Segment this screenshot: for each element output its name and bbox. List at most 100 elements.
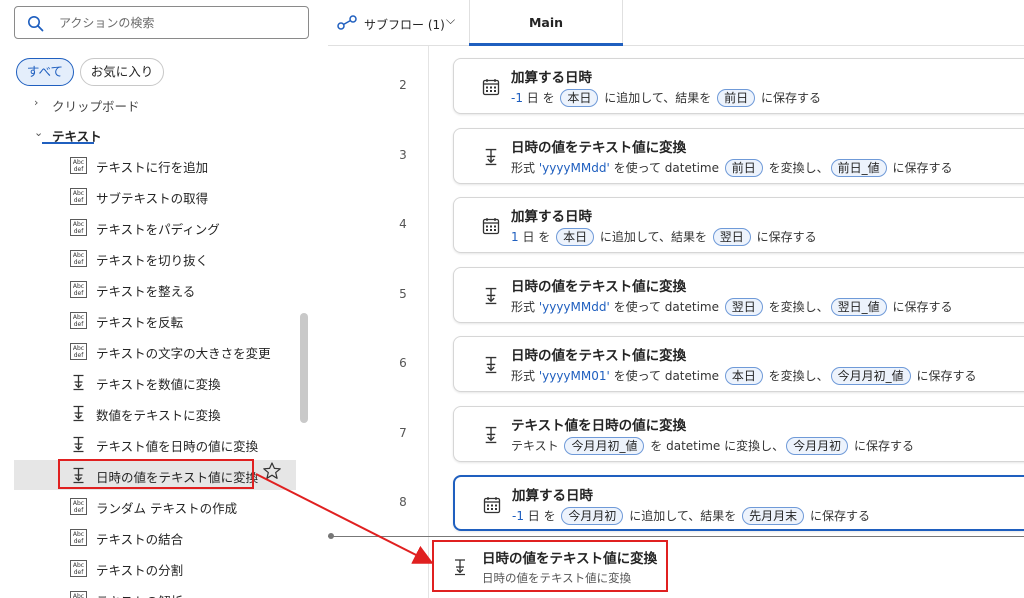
tree-item[interactable]: Abc def テキストに行を追加	[14, 150, 296, 180]
convert-icon	[455, 559, 465, 576]
desc-text: に保存する	[850, 438, 914, 453]
tree-group-text[interactable]: ⌄ テキスト	[0, 122, 310, 148]
variable-token[interactable]: 今月月初_値	[564, 436, 645, 455]
tree-item[interactable]: テキスト値を日時の値に変換	[14, 429, 296, 459]
actions-pane: すべて お気に入り › クリップボード ⌄ テキスト Abcdef テキストに行を…	[0, 0, 328, 598]
tree-item[interactable]: Abc def サブテキストの取得	[14, 181, 296, 211]
variable-token[interactable]: 翌日	[712, 228, 751, 246]
tree-item[interactable]: Abc def テキストを整える	[14, 274, 296, 304]
desc-text: 形式	[511, 160, 539, 175]
step-description: 1 日 を 本日 に追加して、結果を 翌日 に保存する	[511, 228, 817, 246]
filter-favorites-button[interactable]: お気に入り	[80, 58, 164, 86]
tree-item-label: テキストの文字の大きさを変更	[96, 346, 271, 361]
desc-text: を変換し、	[764, 369, 829, 383]
drag-ghost-card: 日時の値をテキスト値に変換 日時の値をテキスト値に変換	[432, 540, 668, 592]
variable-token[interactable]: 前日	[724, 158, 763, 177]
flow-step-card[interactable]: 日時の値をテキスト値に変換 形式 'yyyyMMdd' を使って datetime…	[453, 266, 1024, 323]
search-input[interactable]	[59, 13, 299, 33]
convert-icon	[485, 356, 497, 374]
line-number: 4	[399, 217, 407, 231]
variable-token[interactable]: 前日_値	[830, 158, 887, 177]
group-underline	[42, 142, 94, 144]
variable-token[interactable]: 本日	[724, 367, 763, 385]
desc-text: に追加して、結果を	[625, 509, 741, 523]
flow-step-card[interactable]: 加算する日時 -1 日 を 本日 に追加して、結果を 前日 に保存する	[453, 58, 1024, 114]
designer-pane: サブフロー (1) ⌵ Main 2 3 4 5 6 7 8 加算する日時 -1 日 を 本日…	[328, 0, 1024, 598]
step-title: テキスト値を日時の値に変換	[511, 417, 687, 434]
abc-def-icon: Abcdef	[70, 281, 87, 298]
calendar-icon	[482, 79, 500, 96]
ghost-title: 日時の値をテキスト値に変換	[482, 551, 658, 567]
calendar-icon	[482, 218, 500, 235]
variable-token[interactable]: 本日	[560, 89, 599, 107]
tab-main[interactable]: Main	[469, 0, 623, 46]
tree-item[interactable]: Abc def テキストを反転	[14, 305, 296, 335]
tree-item-label: テキストを反転	[96, 315, 184, 330]
desc-text: テキスト	[511, 438, 563, 453]
step-title: 加算する日時	[512, 488, 593, 504]
abc-def-icon: Abcdef	[70, 312, 87, 329]
desc-text: 日 を	[522, 91, 559, 105]
abc-def-icon: Abcdef	[70, 157, 87, 174]
desc-text: を使って datetime	[609, 160, 723, 175]
flow-canvas: 2 3 4 5 6 7 8 加算する日時 -1 日 を 本日 に追加して、結果を 前日 に保存…	[328, 46, 1024, 598]
convert-icon	[485, 287, 497, 304]
flow-step-card[interactable]: 日時の値をテキスト値に変換 形式 'yyyyMMdd' を使って datetime…	[453, 127, 1024, 184]
tree-item[interactable]: Abc def テキストの分割	[14, 553, 296, 583]
tree-item-label: テキストを整える	[96, 284, 196, 299]
desc-text: 日 を	[523, 509, 560, 523]
tree-item-label: テキストの結合	[96, 532, 184, 547]
filter-all-button[interactable]: すべて	[16, 58, 74, 86]
tab-bar: サブフロー (1) ⌵ Main	[328, 0, 1024, 46]
tree-item[interactable]: Abc def テキストをパディング	[14, 212, 296, 242]
line-number: 7	[399, 425, 407, 440]
convert-icon	[485, 426, 497, 443]
tree-item-label: ランダム テキストの作成	[96, 501, 238, 516]
desc-literal: -1	[512, 509, 524, 523]
drop-indicator-dot	[328, 533, 334, 539]
tree-item[interactable]: Abc def ランダム テキストの作成	[14, 491, 296, 521]
tree-item[interactable]: Abcdef テキストの解析	[14, 584, 296, 598]
search-icon	[28, 16, 44, 32]
convert-icon	[73, 374, 84, 391]
variable-token[interactable]: 前日	[717, 89, 756, 107]
desc-text: に保存する	[806, 509, 870, 523]
desc-text: に保存する	[912, 369, 977, 383]
variable-token[interactable]: 今月月初_値	[830, 367, 911, 385]
abc-def-icon: Abcdef	[70, 529, 87, 546]
tree-group-clipboard[interactable]: › クリップボード	[0, 98, 310, 118]
tree-item-label: テキストをパディング	[96, 222, 220, 237]
variable-token[interactable]: 今月月初	[561, 507, 624, 525]
variable-token[interactable]: 先月月末	[742, 507, 805, 525]
desc-literal: 'yyyyMM01'	[538, 369, 610, 383]
abc-def-icon: Abcdef	[70, 188, 87, 205]
scrollbar[interactable]	[300, 313, 308, 423]
step-description: 形式 'yyyyMMdd' を使って datetime 翌日 を変換し、 翌日_値…	[511, 297, 952, 316]
flow-step-card[interactable]: 加算する日時 -1 日 を 今月月初 に追加して、結果を 先月月末 に保存する	[453, 475, 1024, 531]
step-title: 加算する日時	[511, 209, 592, 225]
convert-icon	[73, 436, 84, 453]
tree-item-label: テキスト値を日時の値に変換	[96, 439, 259, 454]
search-box[interactable]	[14, 6, 309, 39]
star-icon[interactable]	[262, 461, 282, 481]
flow-step-card[interactable]: テキスト値を日時の値に変換 テキスト 今月月初_値 を datetime に変換し…	[453, 405, 1024, 462]
variable-token[interactable]: 本日	[556, 228, 595, 246]
tree-item[interactable]: 数値をテキストに変換	[14, 398, 296, 428]
variable-token[interactable]: 今月月初	[786, 436, 849, 455]
highlight-box-source	[58, 459, 254, 489]
flow-step-card[interactable]: 日時の値をテキスト値に変換 形式 'yyyyMM01' を使って datetime…	[453, 336, 1024, 392]
abc-def-icon: Abcdef	[70, 343, 87, 360]
desc-text: を datetime に変換し、	[646, 438, 785, 453]
desc-text: 形式	[511, 299, 539, 314]
tree-item[interactable]: Abc def テキストを切り抜く	[14, 243, 296, 273]
tree-item[interactable]: テキストを数値に変換	[14, 367, 296, 397]
flow-step-card[interactable]: 加算する日時 1 日 を 本日 に追加して、結果を 翌日 に保存する	[453, 197, 1024, 253]
calendar-icon	[483, 497, 501, 514]
desc-text: に追加して、結果を	[600, 91, 716, 105]
tree-item[interactable]: Abc def テキストの結合	[14, 522, 296, 552]
tree-item-label: テキストに行を追加	[96, 160, 209, 175]
tree-item[interactable]: Abc def テキストの文字の大きさを変更	[14, 336, 296, 366]
variable-token[interactable]: 翌日	[724, 297, 763, 316]
variable-token[interactable]: 翌日_値	[830, 297, 887, 316]
line-number: 2	[399, 78, 407, 92]
